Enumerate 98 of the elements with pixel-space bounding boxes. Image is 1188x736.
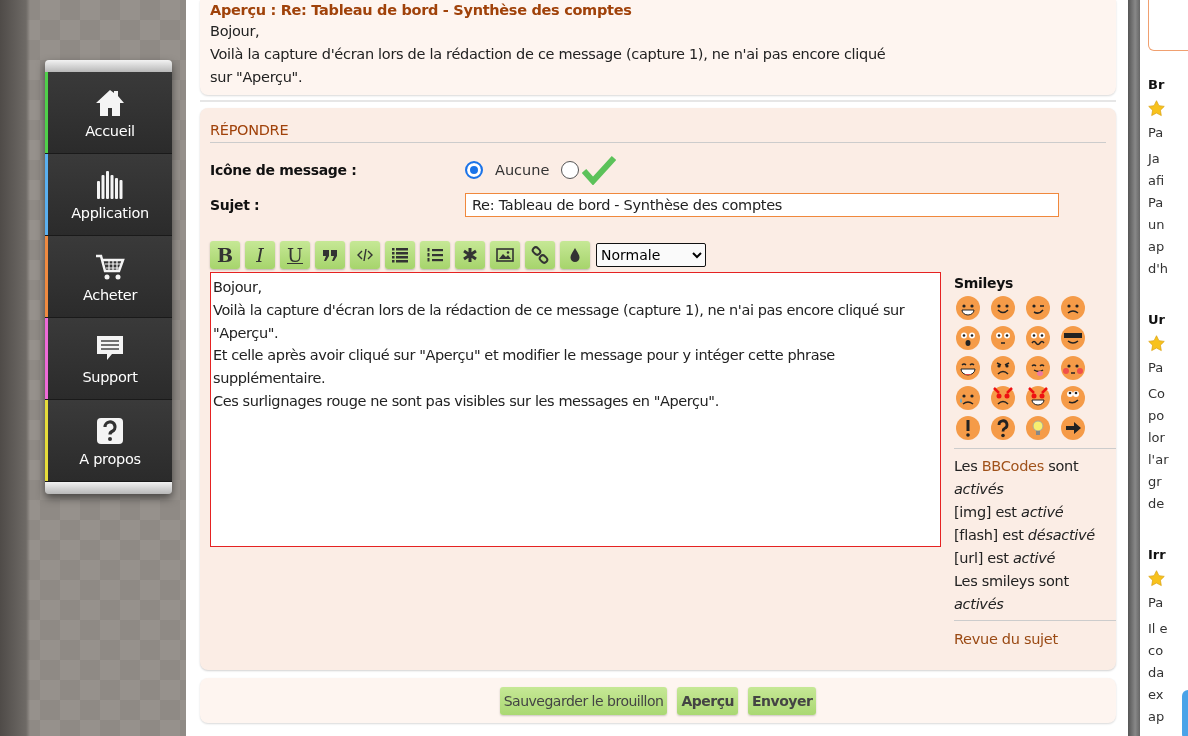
laugh-smiley-icon[interactable]	[956, 356, 980, 380]
numbered-list-icon	[426, 246, 444, 264]
status-text: [flash] est désactivé	[954, 526, 1096, 545]
topic-text: da	[1148, 664, 1165, 682]
code-button[interactable]	[350, 241, 380, 269]
topic-text: Pa	[1148, 194, 1164, 212]
nav-label: A propos	[79, 450, 141, 467]
topic-author: Pa	[1148, 359, 1164, 377]
list-icon	[391, 246, 409, 264]
topic-text: gr	[1148, 473, 1162, 491]
preview-text: Voilà la capture d'écran lors de la rédaction de ce message (capture 1), ne n'ai pas encore cliqué sur "Aperçu".	[210, 45, 887, 87]
twisted-smiley-icon[interactable]	[1026, 386, 1050, 410]
question-smiley-icon[interactable]	[991, 416, 1015, 440]
topic-title[interactable]: Irr	[1148, 545, 1166, 564]
topic-text: ap	[1148, 238, 1165, 256]
star-icon	[1148, 335, 1165, 352]
radio-button[interactable]	[561, 161, 580, 179]
bars-icon	[94, 168, 126, 201]
subject-field[interactable]: Re: Tableau de bord - Synthèse des comptes	[465, 193, 1059, 217]
section-heading: RÉPONDRE	[210, 122, 1106, 143]
nav-label: Accueil	[85, 122, 135, 139]
image-button[interactable]	[490, 241, 520, 269]
status-text: [img] est activé	[954, 503, 1065, 522]
cool-smiley-icon[interactable]	[1061, 326, 1085, 350]
star-icon	[1148, 100, 1165, 117]
topic-title[interactable]: Ur	[1148, 310, 1165, 329]
italic-button[interactable]: I	[245, 241, 275, 269]
blush-smiley-icon[interactable]	[1061, 356, 1085, 380]
nav-label: Acheter	[82, 286, 138, 303]
image-icon	[496, 246, 514, 264]
topic-text: d'h	[1148, 260, 1169, 278]
asterisk-button[interactable]	[455, 241, 485, 269]
nav-item[interactable]: Accueil	[45, 72, 172, 154]
rolleyes-smiley-icon[interactable]	[1061, 386, 1085, 410]
smileys-title: Smileys	[954, 275, 1015, 291]
underline-button[interactable]: U	[280, 241, 310, 269]
asterisk-icon	[461, 246, 479, 264]
bbcodes-link[interactable]: BBCodes	[981, 458, 1044, 474]
topic-text: ex	[1148, 686, 1164, 704]
nav-item[interactable]: Application	[45, 154, 172, 236]
smile-smiley-icon[interactable]	[991, 296, 1015, 320]
nav-label: Application	[71, 204, 149, 221]
topic-text: Il e	[1148, 620, 1168, 638]
checkmark-icon	[582, 155, 617, 185]
topic-text: Co	[1148, 385, 1166, 403]
action-button[interactable]: Sauvegarder le brouillon	[499, 686, 668, 715]
sidebar-box	[1148, 0, 1188, 51]
action-button[interactable]: Aperçu	[677, 686, 738, 715]
preview-title: Aperçu : Re: Tableau de bord - Synthèse des comptes	[210, 1, 633, 20]
link-icon	[531, 246, 549, 264]
topic-text: lor	[1148, 429, 1165, 447]
exclaim-smiley-icon[interactable]	[956, 416, 980, 440]
topic-text: co	[1148, 642, 1164, 660]
radio-button[interactable]	[465, 161, 483, 179]
confused-smiley-icon[interactable]	[1026, 326, 1050, 350]
eek-smiley-icon[interactable]	[991, 326, 1015, 350]
sad-smiley-icon[interactable]	[1061, 296, 1085, 320]
list-button[interactable]	[385, 241, 415, 269]
radio-label: Aucune	[495, 162, 550, 178]
topic-text: de	[1148, 495, 1165, 513]
topic-author: Pa	[1148, 124, 1164, 142]
idea-smiley-icon[interactable]	[1026, 416, 1050, 440]
topic-text: un	[1148, 216, 1165, 234]
status-text: [url] est activé	[954, 549, 1057, 568]
wink-smiley-icon[interactable]	[1026, 296, 1050, 320]
code-icon	[356, 246, 374, 264]
razz-smiley-icon[interactable]	[1026, 356, 1050, 380]
nav-item[interactable]: A propos	[45, 400, 172, 482]
shock-smiley-icon[interactable]	[956, 326, 980, 350]
grin-smiley-icon[interactable]	[956, 296, 980, 320]
topic-text: l'ar	[1148, 451, 1169, 469]
status-text: Les smileys sont activés	[954, 572, 1070, 614]
action-button[interactable]: Envoyer	[748, 686, 817, 715]
cry-smiley-icon[interactable]	[956, 386, 980, 410]
quote-button[interactable]	[315, 241, 345, 269]
topic-text: ap	[1148, 708, 1165, 726]
star-icon	[1148, 570, 1165, 587]
font-size-select[interactable]: Normale	[596, 243, 706, 267]
nav-item[interactable]: Acheter	[45, 236, 172, 318]
topic-author: Pa	[1148, 594, 1164, 612]
drop-button[interactable]	[560, 241, 590, 269]
preview-text: Bojour,	[210, 22, 261, 41]
topic-text: Ja	[1148, 150, 1160, 168]
mad-smiley-icon[interactable]	[991, 356, 1015, 380]
topic-text: po	[1148, 407, 1165, 425]
field-label: Sujet :	[210, 197, 261, 213]
link-button[interactable]	[525, 241, 555, 269]
topic-title[interactable]: Br	[1148, 75, 1165, 94]
nav-label: Support	[82, 368, 138, 385]
message-field[interactable]: Bojour, Voilà la capture d'écran lors de la rédaction de ce message (capture 1), ne n'ai pas encore cliqué sur "Aperçu". Et celle après avoir cliqué sur "Aperçu" et modifier le message pour y intéger cette phrase supplémentaire. Ces surlignages rouge ne sont pas visibles sur les messages en "Aperçu".	[210, 272, 941, 547]
topic-review-link[interactable]: Revue du sujet	[954, 631, 1116, 647]
numbered-button[interactable]	[420, 241, 450, 269]
field-label: Icône de message :	[210, 162, 358, 178]
bold-button[interactable]: B	[210, 241, 240, 269]
topic-text: afi	[1148, 172, 1165, 190]
arrow-smiley-icon[interactable]	[1061, 416, 1085, 440]
evil-smiley-icon[interactable]	[991, 386, 1015, 410]
nav-item[interactable]: Support	[45, 318, 172, 400]
